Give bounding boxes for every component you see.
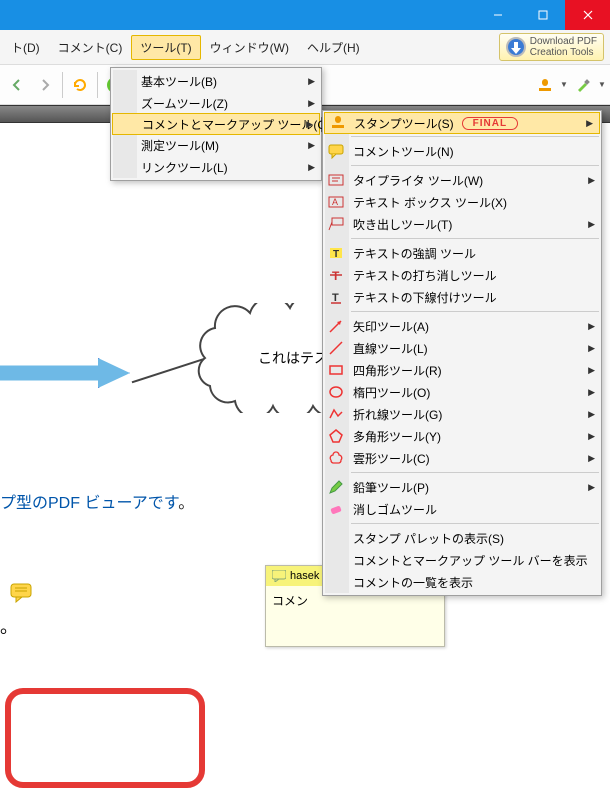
- svg-text:T: T: [332, 292, 339, 304]
- chevron-right-icon: ▶: [308, 98, 315, 109]
- sticky-note-author: hasek: [290, 570, 319, 582]
- menu-item-pencil-tool[interactable]: 鉛筆ツール(P)▶: [323, 476, 601, 498]
- menu-item-strikeout-tool[interactable]: T テキストの打ち消しツール: [323, 264, 601, 286]
- menu-tools[interactable]: ツール(T): [131, 35, 200, 60]
- menu-item-line-tool[interactable]: 直線ツール(L)▶: [323, 337, 601, 359]
- chevron-right-icon: ▶: [586, 118, 593, 129]
- rectangle-icon: [327, 361, 345, 379]
- chevron-right-icon: ▶: [588, 453, 595, 464]
- svg-text:T: T: [333, 249, 339, 260]
- cloud-icon: [327, 449, 345, 467]
- chevron-right-icon: ▶: [308, 162, 315, 173]
- chevron-right-icon: ▶: [308, 140, 315, 151]
- toolbar-brush-button[interactable]: [570, 72, 596, 98]
- menu-item-zoom-tools[interactable]: ズームツール(Z)▶: [111, 92, 321, 114]
- underline-icon: T: [327, 288, 345, 306]
- menu-item-underline-tool[interactable]: T テキストの下線付けツール: [323, 286, 601, 308]
- arrow-annotation[interactable]: [0, 358, 130, 388]
- dropdown-arrow-icon[interactable]: ▼: [560, 80, 568, 89]
- text-fragment: 。: [0, 613, 18, 639]
- chevron-right-icon: ▶: [588, 365, 595, 376]
- chevron-right-icon: ▶: [588, 219, 595, 230]
- line-icon: [327, 339, 345, 357]
- toolbar-back-button[interactable]: [4, 72, 30, 98]
- markup-tools-submenu: スタンプツール(S) FINAL ▶ コメントツール(N) タイプライタ ツール…: [322, 110, 602, 596]
- menu-item-polygon-tool[interactable]: 多角形ツール(Y)▶: [323, 425, 601, 447]
- menu-item-comment-markup-tools[interactable]: コメントとマークアップ ツール(C)▶: [112, 113, 320, 135]
- chevron-right-icon: ▶: [308, 76, 315, 87]
- strikeout-icon: T: [327, 266, 345, 284]
- menu-item-show-stamp-palette[interactable]: スタンプ パレットの表示(S): [323, 527, 601, 549]
- polygon-icon: [327, 427, 345, 445]
- window-titlebar: [0, 0, 610, 30]
- callout-icon: [327, 215, 345, 233]
- menu-item-rectangle-tool[interactable]: 四角形ツール(R)▶: [323, 359, 601, 381]
- comment-icon: [327, 142, 345, 160]
- toolbar-reload-button[interactable]: [67, 72, 93, 98]
- toolbar-stamp-button[interactable]: [532, 72, 558, 98]
- menu-item-comment-tool[interactable]: コメントツール(N): [323, 140, 601, 162]
- chevron-right-icon: ▶: [588, 387, 595, 398]
- menu-item-highlight-tool[interactable]: T テキストの強調 ツール: [323, 242, 601, 264]
- arrow-icon: [327, 317, 345, 335]
- dropdown-arrow-icon[interactable]: ▼: [598, 80, 606, 89]
- menubar: ト(D) コメント(C) ツール(T) ウィンドウ(W) ヘルプ(H) Down…: [0, 30, 610, 65]
- download-pdf-tools-button[interactable]: Download PDF Creation Tools: [499, 33, 604, 61]
- chevron-right-icon: ▶: [588, 431, 595, 442]
- menu-item-measure-tools[interactable]: 測定ツール(M)▶: [111, 134, 321, 156]
- menu-item-cloud-tool[interactable]: 雲形ツール(C)▶: [323, 447, 601, 469]
- chevron-right-icon: ▶: [588, 482, 595, 493]
- chevron-right-icon: ▶: [588, 321, 595, 332]
- menu-item-show-markup-toolbar[interactable]: コメントとマークアップ ツール バーを表示: [323, 549, 601, 571]
- tools-menu: 基本ツール(B)▶ ズームツール(Z)▶ コメントとマークアップ ツール(C)▶…: [110, 67, 322, 181]
- body-text: プ型のPDF ビューアです。: [0, 489, 194, 513]
- stamp-icon: [329, 114, 347, 132]
- menu-edit[interactable]: ト(D): [2, 35, 49, 60]
- download-icon: [506, 37, 526, 57]
- eraser-icon: [327, 500, 345, 518]
- menu-item-typewriter-tool[interactable]: タイプライタ ツール(W)▶: [323, 169, 601, 191]
- menu-help[interactable]: ヘルプ(H): [298, 35, 369, 60]
- menu-item-show-comment-list[interactable]: コメントの一覧を表示: [323, 571, 601, 593]
- toolbar-forward-button[interactable]: [32, 72, 58, 98]
- typewriter-icon: [327, 171, 345, 189]
- pencil-icon: [327, 478, 345, 496]
- menu-item-link-tools[interactable]: リンクツール(L)▶: [111, 156, 321, 178]
- menu-item-callout-tool[interactable]: 吹き出しツール(T)▶: [323, 213, 601, 235]
- final-stamp-badge: FINAL: [462, 117, 518, 130]
- chevron-right-icon: ▶: [588, 175, 595, 186]
- chevron-right-icon: ▶: [588, 409, 595, 420]
- comment-icon[interactable]: [10, 583, 32, 608]
- menu-item-arrow-tool[interactable]: 矢印ツール(A)▶: [323, 315, 601, 337]
- menu-window[interactable]: ウィンドウ(W): [201, 35, 298, 60]
- oval-icon: [327, 383, 345, 401]
- maximize-button[interactable]: [520, 0, 565, 30]
- rounded-rect-annotation[interactable]: [5, 688, 205, 788]
- menu-item-polyline-tool[interactable]: 折れ線ツール(G)▶: [323, 403, 601, 425]
- minimize-button[interactable]: [475, 0, 520, 30]
- chevron-right-icon: ▶: [588, 343, 595, 354]
- svg-text:A: A: [332, 197, 338, 207]
- polyline-icon: [327, 405, 345, 423]
- chevron-right-icon: ▶: [306, 119, 313, 130]
- menu-item-textbox-tool[interactable]: A テキスト ボックス ツール(X): [323, 191, 601, 213]
- menu-comment[interactable]: コメント(C): [49, 35, 132, 60]
- menu-item-eraser-tool[interactable]: 消しゴムツール: [323, 498, 601, 520]
- comment-icon: [272, 570, 286, 582]
- close-button[interactable]: [565, 0, 610, 30]
- svg-text:T: T: [332, 269, 340, 283]
- menu-item-stamp-tool[interactable]: スタンプツール(S) FINAL ▶: [324, 112, 600, 134]
- menu-item-oval-tool[interactable]: 楕円ツール(O)▶: [323, 381, 601, 403]
- highlight-icon: T: [327, 244, 345, 262]
- menu-item-basic-tools[interactable]: 基本ツール(B)▶: [111, 70, 321, 92]
- textbox-icon: A: [327, 193, 345, 211]
